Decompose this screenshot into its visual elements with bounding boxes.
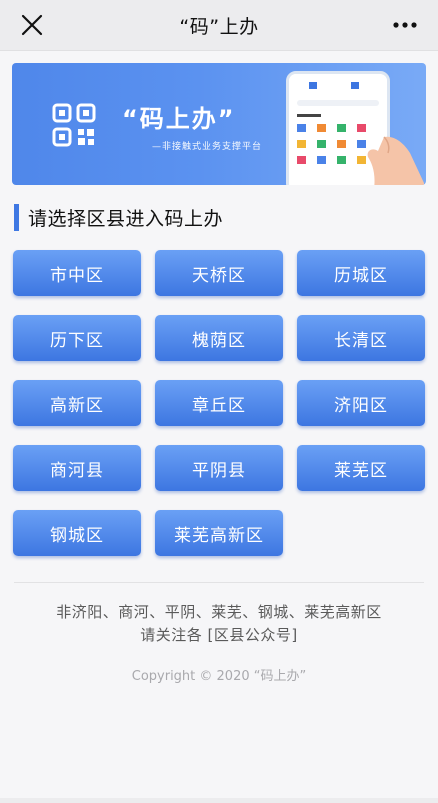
divider [14,582,424,583]
district-button-lixia[interactable]: 历下区 [13,315,141,361]
top-nav-bar: “码”上办 [0,0,438,51]
district-button-zhangqiu[interactable]: 章丘区 [155,380,283,426]
district-button-laiwu[interactable]: 莱芜区 [297,445,425,491]
more-icon[interactable] [392,14,418,36]
district-button-shanghe[interactable]: 商河县 [13,445,141,491]
district-button-gangcheng[interactable]: 钢城区 [13,510,141,556]
banner-title: “码上办” [122,105,236,133]
section-title: 请选择区县进入码上办 [14,203,223,231]
copyright-text: Copyright © 2020 “码上办” [131,669,307,684]
banner-slogan: —非接触式业务支撑平台 [152,142,263,152]
district-button-laiwu-gaoxin[interactable]: 莱芜高新区 [155,510,283,556]
bottom-bar [0,798,438,803]
qr-code-icon [52,103,96,147]
notice-line-2: 请关注各 [区县公众号] [140,626,298,644]
section-accent-bar [14,203,19,231]
page-title: “码”上办 [179,16,259,38]
district-button-gaoxin[interactable]: 高新区 [13,380,141,426]
district-button-shizhong[interactable]: 市中区 [13,250,141,296]
notice-line-1: 非济阳、商河、平阴、莱芜、钢城、莱芜高新区 [56,603,382,621]
district-button-huaiyin[interactable]: 槐荫区 [155,315,283,361]
district-button-pingyin[interactable]: 平阴县 [155,445,283,491]
hero-banner: “码上办” —非接触式业务支撑平台 [12,63,426,185]
section-title-text: 请选择区县进入码上办 [28,207,224,230]
district-button-licheng[interactable]: 历城区 [297,250,425,296]
district-button-tianqiao[interactable]: 天桥区 [155,250,283,296]
hand-illustration [367,136,424,185]
district-button-jiyang[interactable]: 济阳区 [297,380,425,426]
district-button-changqing[interactable]: 长清区 [297,315,425,361]
